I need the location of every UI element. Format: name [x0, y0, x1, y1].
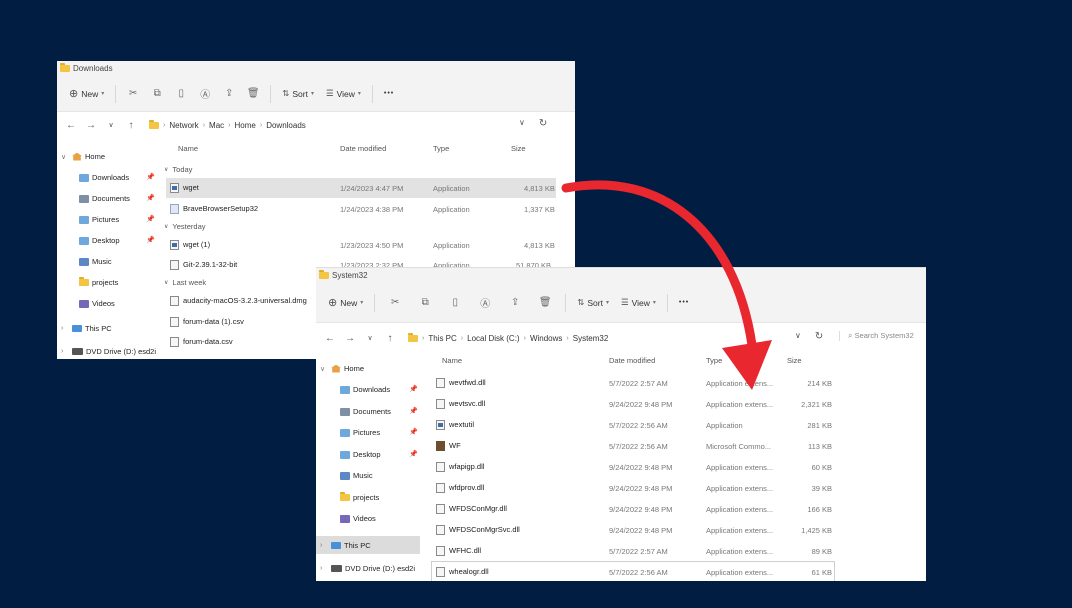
arrow-shaft: [561, 180, 757, 350]
red-curved-arrow: [561, 180, 772, 390]
arrow-head: [722, 340, 772, 390]
